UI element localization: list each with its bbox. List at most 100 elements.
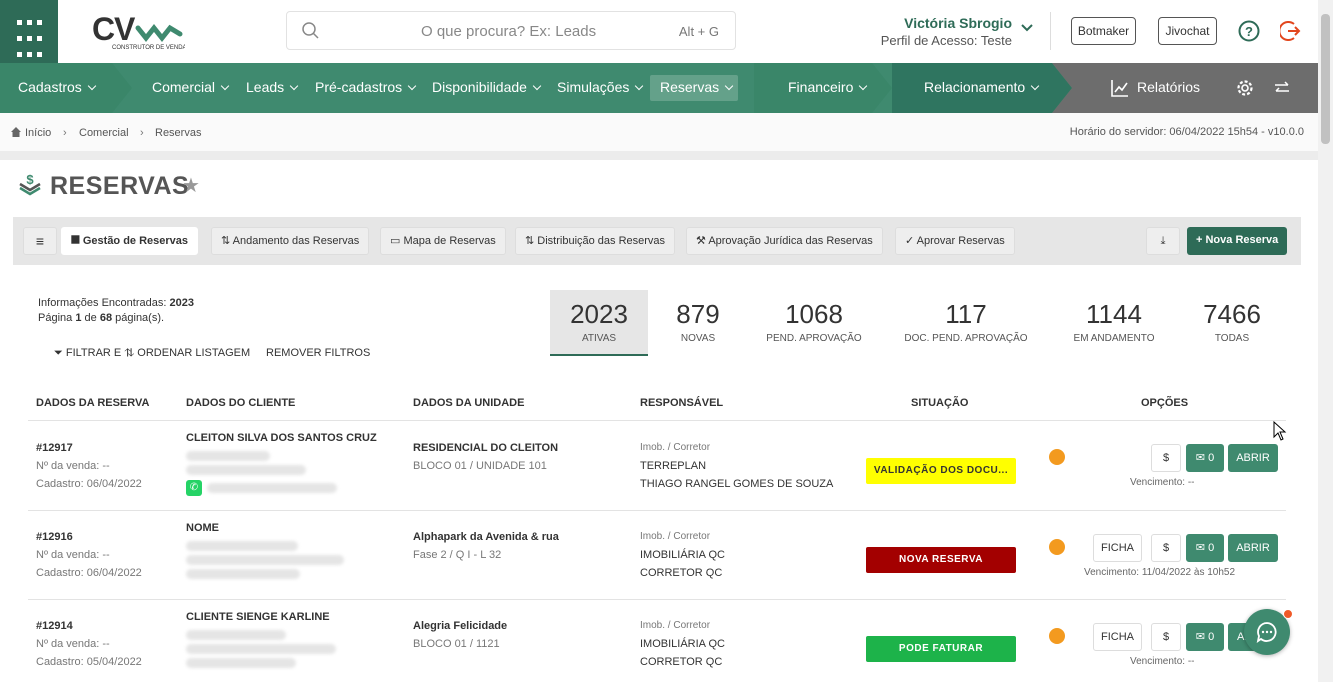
remove-filters-button[interactable]: REMOVER FILTROS (266, 347, 370, 359)
nav-cadastros[interactable]: Cadastros (18, 79, 95, 95)
comments-button[interactable]: ✉ 0 (1186, 534, 1224, 562)
tab-aprovacao-juridica[interactable]: ⚒ Aprovação Jurídica das Reservas (686, 227, 883, 255)
user-menu[interactable]: Victória Sbrogio Perfil de Acesso: Teste (881, 15, 1012, 48)
stat-em-andamento[interactable]: 1144 EM ANDAMENTO (1066, 290, 1162, 356)
server-time: Horário do servidor: 06/04/2022 15h54 - … (1069, 126, 1304, 138)
cash-button[interactable]: $ (1151, 444, 1181, 472)
cursor-icon (1273, 421, 1287, 441)
cliente-name: CLIENTE SIENGE KARLINE (186, 611, 330, 623)
swap-icon[interactable] (1274, 80, 1290, 96)
page-suffix: página(s). (115, 312, 165, 324)
scrollbar[interactable] (1318, 0, 1333, 682)
status-dot (1049, 628, 1065, 644)
stat-doc-pend-aprovacao[interactable]: 117 DOC. PEND. APROVAÇÃO (900, 290, 1032, 356)
stat-label: PEND. APROVAÇÃO (766, 333, 862, 344)
stat-novas[interactable]: 879 NOVAS (658, 290, 738, 356)
svg-text:V: V (114, 12, 136, 47)
filter-order-button[interactable]: ⏷ FILTRAR E ⇅ ORDENAR LISTAGEM (54, 347, 250, 360)
nav-simulacoes[interactable]: Simulações (557, 79, 642, 95)
cliente-info: CLIENTE SIENGE KARLINE (186, 608, 401, 672)
chevron-right-icon: › (63, 127, 67, 139)
cash-button[interactable]: $ (1151, 534, 1181, 562)
stat-label: EM ANDAMENTO (1073, 333, 1155, 344)
stat-value: 879 (676, 299, 720, 329)
stat-pend-aprovacao[interactable]: 1068 PEND. APROVAÇÃO (760, 290, 868, 356)
svg-text:$: $ (26, 172, 34, 187)
apps-grid-icon[interactable] (0, 0, 58, 63)
svg-text:?: ? (1245, 24, 1253, 39)
reserva-id: #12917 (36, 442, 73, 454)
col-responsavel: RESPONSÁVEL (640, 397, 724, 409)
breadcrumb-reservas: Reservas (155, 127, 202, 139)
nav-comercial[interactable]: Comercial (152, 79, 228, 95)
stat-label: DOC. PEND. APROVAÇÃO (904, 333, 1028, 344)
nav-disponibilidade[interactable]: Disponibilidade (432, 79, 540, 95)
cliente-name: NOME (186, 522, 219, 534)
botmaker-button[interactable]: Botmaker (1071, 17, 1136, 45)
cliente-info: CLEITON SILVA DOS SANTOS CRUZ ✆ (186, 429, 401, 497)
nav-pre-cadastros[interactable]: Pré-cadastros (315, 79, 415, 95)
stat-ativas[interactable]: 2023 ATIVAS (550, 290, 648, 356)
tab-andamento-label: Andamento das Reservas (232, 235, 360, 247)
download-icon[interactable]: ⤓ (1146, 227, 1180, 255)
corretor: CORRETOR QC (640, 656, 723, 668)
status-dot (1049, 449, 1065, 465)
scrollbar-thumb[interactable] (1321, 14, 1330, 144)
status-dot (1049, 539, 1065, 555)
menu-icon[interactable]: ≡ (23, 227, 57, 255)
abrir-button[interactable]: ABRIR (1228, 534, 1278, 562)
stat-todas[interactable]: 7466 TODAS (1192, 290, 1272, 356)
gear-icon[interactable] (1236, 79, 1254, 97)
cadastro-date: Cadastro: 05/04/2022 (36, 656, 142, 668)
col-dados-unidade: DADOS DA UNIDADE (413, 397, 525, 409)
jivochat-button[interactable]: Jivochat (1158, 17, 1217, 45)
tab-mapa[interactable]: ▭ Mapa de Reservas (380, 227, 506, 255)
tab-gestao-label: Gestão de Reservas (82, 235, 189, 247)
abrir-button[interactable]: ABRIR (1228, 444, 1278, 472)
tab-distribuicao[interactable]: ⇅ Distribuição das Reservas (515, 227, 676, 255)
star-icon[interactable]: ★ (182, 173, 200, 198)
imob-label: Imob. / Corretor (640, 620, 711, 631)
cadastro-date: Cadastro: 06/04/2022 (36, 567, 142, 579)
status-badge: NOVA RESERVA (866, 547, 1016, 573)
blurred-text (186, 465, 306, 475)
breadcrumb-home[interactable]: Início (25, 127, 51, 139)
whatsapp-icon[interactable]: ✆ (186, 480, 202, 496)
tab-aprovar-label: Aprovar Reservas (916, 235, 1005, 247)
cash-button[interactable]: $ (1151, 623, 1181, 651)
status-badge: PODE FATURAR (866, 636, 1016, 662)
imobiliaria: IMOBILIÁRIA QC (640, 549, 725, 561)
tab-aprovar[interactable]: ✓ Aprovar Reservas (895, 227, 1015, 255)
ficha-button[interactable]: FICHA (1093, 623, 1142, 651)
nav-reservas[interactable]: Reservas (660, 79, 732, 95)
chat-widget-button[interactable] (1244, 609, 1293, 655)
col-opcoes: OPÇÕES (1141, 397, 1189, 409)
divider (28, 510, 1286, 511)
nav-leads[interactable]: Leads (246, 79, 297, 95)
search-input[interactable]: O que procura? Ex: Leads (421, 23, 596, 40)
breadcrumb-comercial[interactable]: Comercial (79, 127, 129, 139)
divider (1050, 12, 1051, 50)
page-total: 68 (99, 312, 113, 324)
nav-financeiro[interactable]: Financeiro (788, 79, 866, 95)
tab-distribuicao-label: Distribuição das Reservas (537, 235, 666, 247)
comments-button[interactable]: ✉ 0 (1186, 444, 1224, 472)
nova-reserva-button[interactable]: + Nova Reserva (1187, 227, 1288, 255)
home-icon (11, 127, 21, 137)
help-icon[interactable]: ? (1238, 20, 1260, 42)
stat-label: TODAS (1214, 333, 1250, 344)
tab-gestao[interactable]: ⯀ Gestão de Reservas (61, 227, 199, 255)
tab-andamento[interactable]: ⇅ Andamento das Reservas (211, 227, 370, 255)
col-dados-cliente: DADOS DO CLIENTE (186, 397, 296, 409)
ficha-button[interactable]: FICHA (1093, 534, 1142, 562)
search-box[interactable]: O que procura? Ex: Leads Alt + G (286, 11, 736, 50)
comments-button[interactable]: ✉ 0 (1186, 623, 1224, 651)
cv-logo[interactable]: C V CONSTRUTOR DE VENDAS (90, 11, 191, 52)
svg-text:C: C (92, 12, 115, 47)
chevron-down-icon[interactable] (1021, 23, 1033, 33)
nav-relacionamento[interactable]: Relacionamento (924, 79, 1038, 95)
stat-value: 117 (945, 299, 987, 329)
nav-relatorios[interactable]: Relatórios (1137, 79, 1200, 95)
logout-icon[interactable] (1280, 20, 1302, 42)
search-shortcut: Alt + G (678, 24, 719, 39)
